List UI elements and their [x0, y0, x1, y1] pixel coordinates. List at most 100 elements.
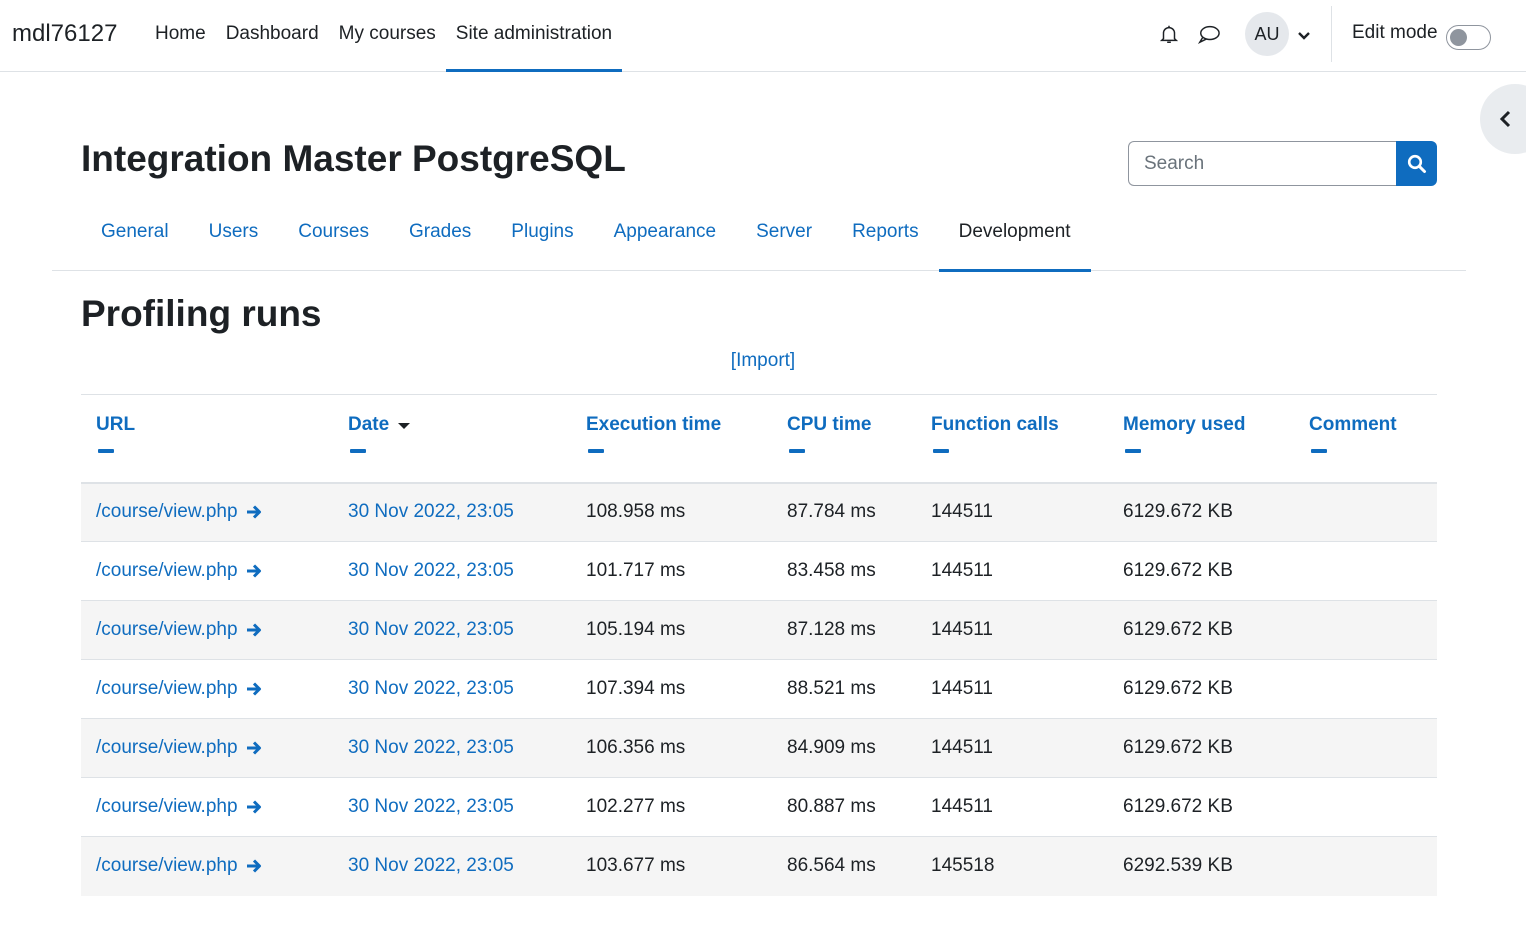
url-cell: /course/view.php — [81, 778, 333, 837]
hide-column-icon[interactable] — [588, 449, 604, 453]
date-cell: 30 Nov 2022, 23:05 — [333, 542, 571, 601]
tab-users[interactable]: Users — [189, 196, 279, 271]
hide-column-icon[interactable] — [933, 449, 949, 453]
date-link[interactable]: 30 Nov 2022, 23:05 — [348, 737, 514, 758]
execution-time-cell: 105.194 ms — [586, 619, 686, 640]
function-calls-cell: 144511 — [931, 796, 993, 817]
tab-plugins[interactable]: Plugins — [491, 196, 593, 271]
hide-column-icon[interactable] — [98, 449, 114, 453]
user-avatar[interactable]: AU — [1245, 12, 1289, 56]
hide-column-icon[interactable] — [1125, 449, 1141, 453]
date-link[interactable]: 30 Nov 2022, 23:05 — [348, 855, 514, 876]
url-link[interactable]: /course/view.php — [96, 678, 238, 700]
execution-time-cell: 103.677 ms — [586, 855, 686, 877]
column-header-url: URL — [81, 395, 333, 483]
memory-used-cell: 6129.672 KB — [1123, 737, 1233, 758]
sort-function-calls-link[interactable]: Function calls — [931, 414, 1059, 436]
date-cell: 30 Nov 2022, 23:05 — [333, 483, 571, 542]
arrow-right-icon — [246, 505, 261, 519]
column-header-cpu-time: CPU time — [772, 395, 916, 483]
memory-used-cell: 6129.672 KB — [1123, 678, 1233, 699]
hide-column-icon[interactable] — [789, 449, 805, 453]
arrow-right-icon — [246, 682, 261, 696]
hide-column-icon[interactable] — [1311, 449, 1327, 453]
comment-cell — [1294, 719, 1437, 778]
tab-grades[interactable]: Grades — [389, 196, 491, 271]
table-row: /course/view.php 30 Nov 2022, 23:05 102.27… — [81, 777, 1437, 837]
comment-cell — [1294, 483, 1437, 542]
search-input[interactable] — [1128, 141, 1396, 186]
url-link[interactable]: /course/view.php — [96, 560, 238, 582]
tab-reports[interactable]: Reports — [832, 196, 939, 271]
sort-url-link[interactable]: URL — [96, 414, 135, 436]
date-link[interactable]: 30 Nov 2022, 23:05 — [348, 796, 514, 817]
url-cell: /course/view.php — [81, 719, 333, 778]
date-cell: 30 Nov 2022, 23:05 — [333, 660, 571, 719]
date-link[interactable]: 30 Nov 2022, 23:05 — [348, 619, 514, 640]
memory-used-cell: 6129.672 KB — [1123, 501, 1233, 523]
edit-mode-toggle[interactable] — [1446, 25, 1491, 50]
cpu-time-cell: 80.887 ms — [787, 796, 876, 817]
comment-cell — [1294, 542, 1437, 601]
column-header-date: Date — [333, 395, 571, 483]
date-link[interactable]: 30 Nov 2022, 23:05 — [348, 501, 514, 522]
nav-item-home[interactable]: Home — [145, 0, 216, 72]
hide-column-icon[interactable] — [350, 449, 366, 453]
tab-general[interactable]: General — [81, 196, 189, 271]
open-drawer-button[interactable] — [1480, 84, 1526, 154]
tab-server[interactable]: Server — [736, 196, 832, 271]
import-link[interactable]: [Import] — [731, 350, 795, 371]
nav-item-dashboard[interactable]: Dashboard — [216, 0, 329, 72]
arrow-right-icon — [246, 623, 261, 637]
sort-descending-icon — [398, 423, 411, 429]
chevron-down-icon[interactable] — [1297, 27, 1311, 41]
url-link[interactable]: /course/view.php — [96, 737, 238, 759]
arrow-right-icon — [246, 800, 261, 814]
column-header-function-calls: Function calls — [916, 395, 1108, 483]
arrow-right-icon — [246, 564, 261, 578]
cpu-time-cell: 84.909 ms — [787, 737, 876, 758]
url-link[interactable]: /course/view.php — [96, 619, 238, 641]
date-link[interactable]: 30 Nov 2022, 23:05 — [348, 678, 514, 699]
tab-development[interactable]: Development — [938, 196, 1091, 272]
execution-time-cell: 102.277 ms — [586, 796, 686, 817]
arrow-right-icon — [246, 859, 261, 873]
memory-used-cell: 6129.672 KB — [1123, 796, 1233, 817]
secondary-navigation: General Users Courses Grades Plugins App… — [52, 196, 1466, 272]
comment-cell — [1294, 601, 1437, 660]
arrow-right-icon — [246, 741, 261, 755]
comment-cell — [1294, 837, 1437, 896]
sort-memory-used-link[interactable]: Memory used — [1123, 414, 1245, 436]
bell-icon[interactable] — [1157, 22, 1181, 46]
profiling-runs-table: URL Date Execution time CPU time Functio… — [81, 394, 1437, 896]
table-row: /course/view.php 30 Nov 2022, 23:05 105.19… — [81, 600, 1437, 660]
column-header-execution-time: Execution time — [571, 395, 772, 483]
url-link[interactable]: /course/view.php — [96, 855, 238, 877]
sort-comment-link[interactable]: Comment — [1309, 414, 1397, 436]
sort-cpu-time-link[interactable]: CPU time — [787, 414, 871, 436]
search-button[interactable] — [1396, 141, 1437, 186]
sort-execution-time-link[interactable]: Execution time — [586, 414, 721, 436]
sort-date-link[interactable]: Date — [348, 414, 389, 436]
table-header-row: URL Date Execution time CPU time Functio… — [81, 394, 1437, 483]
toggle-knob — [1450, 29, 1467, 46]
nav-item-my-courses[interactable]: My courses — [329, 0, 446, 72]
cpu-time-cell: 87.128 ms — [787, 619, 876, 640]
execution-time-cell: 107.394 ms — [586, 678, 686, 699]
date-link[interactable]: 30 Nov 2022, 23:05 — [348, 560, 514, 581]
url-link[interactable]: /course/view.php — [96, 501, 238, 523]
function-calls-cell: 144511 — [931, 737, 993, 758]
function-calls-cell: 144511 — [931, 501, 993, 523]
nav-item-site-administration[interactable]: Site administration — [445, 0, 623, 72]
url-cell: /course/view.php — [81, 837, 333, 896]
date-cell: 30 Nov 2022, 23:05 — [333, 601, 571, 660]
comment-cell — [1294, 778, 1437, 837]
tab-courses[interactable]: Courses — [278, 196, 389, 271]
site-brand[interactable]: mdl76127 — [12, 20, 117, 48]
chat-bubble-icon[interactable] — [1197, 22, 1221, 46]
table-row: /course/view.php 30 Nov 2022, 23:05 101.71… — [81, 541, 1437, 601]
table-row: /course/view.php 30 Nov 2022, 23:05 107.39… — [81, 659, 1437, 719]
cpu-time-cell: 87.784 ms — [787, 501, 876, 523]
tab-appearance[interactable]: Appearance — [594, 196, 736, 271]
url-link[interactable]: /course/view.php — [96, 796, 238, 818]
